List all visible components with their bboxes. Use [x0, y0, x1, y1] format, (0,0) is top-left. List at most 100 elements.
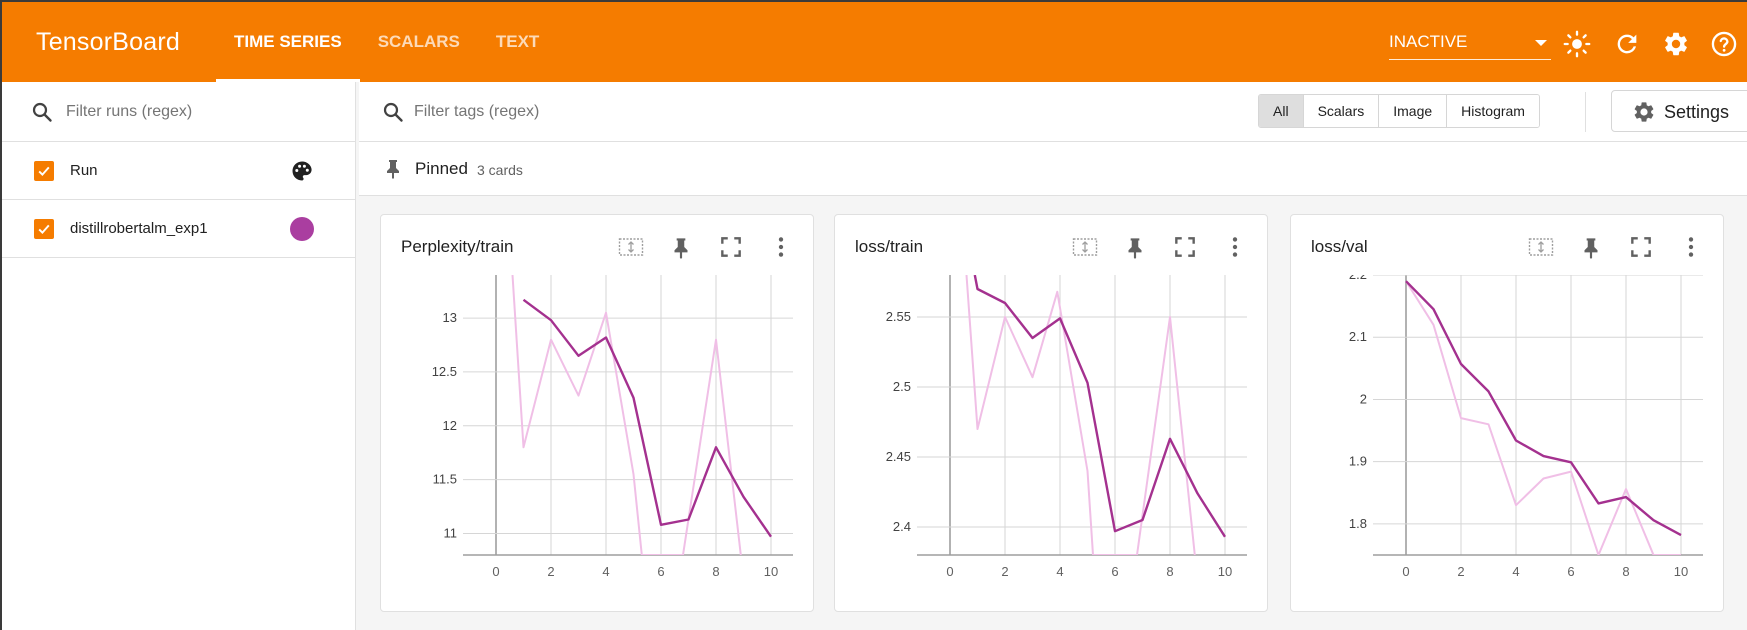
run-color-swatch[interactable] — [290, 217, 314, 241]
filter-scalars-button[interactable]: Scalars — [1302, 95, 1379, 127]
gear-icon — [1634, 102, 1654, 122]
x-tick-label: 6 — [657, 564, 664, 579]
y-tick-label: 2.55 — [886, 309, 911, 324]
help-icon — [1711, 31, 1737, 57]
pin-card-button[interactable] — [1571, 229, 1611, 265]
x-tick-label: 6 — [1567, 564, 1574, 579]
runs-filter-input[interactable]: Filter runs (regex) — [66, 103, 192, 121]
more-vert-icon — [1688, 237, 1694, 257]
x-tick-label: 10 — [1218, 564, 1232, 579]
fullscreen-icon — [721, 237, 741, 257]
pin-icon — [1128, 238, 1142, 259]
x-tick-label: 10 — [764, 564, 778, 579]
tab-text[interactable]: TEXT — [478, 2, 557, 82]
y-tick-label: 2.2 — [1349, 275, 1367, 282]
more-options-button[interactable] — [1215, 229, 1255, 265]
x-tick-label: 8 — [1622, 564, 1629, 579]
fit-domain-button[interactable] — [1521, 229, 1561, 265]
line-chart[interactable]: 0 2 4 6 8 10 2.4 2.45 2.5 2.55 — [835, 275, 1269, 595]
tab-time-series[interactable]: TIME SERIES — [216, 2, 360, 82]
scalar-card-perplexity-train: Perplexity/train 0 2 4 6 8 10 11 11.5 12 12.5 13 — [380, 214, 814, 612]
fit-domain-button[interactable] — [1065, 229, 1105, 265]
card-toolbar — [611, 229, 801, 265]
scalar-card-loss-train: loss/train 0 2 4 6 8 10 2.4 2.45 2.5 2.55 — [834, 214, 1268, 612]
x-tick-label: 4 — [1056, 564, 1063, 579]
card-toolbar — [1065, 229, 1255, 265]
x-tick-label: 0 — [1402, 564, 1409, 579]
reload-status-value: INACTIVE — [1389, 32, 1468, 51]
tab-scalars[interactable]: SCALARS — [360, 2, 478, 82]
y-tick-label: 12.5 — [432, 364, 457, 379]
more-vert-icon — [778, 237, 784, 257]
x-tick-label: 0 — [492, 564, 499, 579]
settings-button[interactable] — [1662, 30, 1690, 58]
y-tick-label: 11.5 — [433, 472, 457, 487]
settings-panel-button[interactable]: Settings — [1611, 90, 1747, 132]
fit-domain-icon — [618, 238, 644, 256]
pin-card-button[interactable] — [661, 229, 701, 265]
smoothed-series-line — [973, 275, 1227, 538]
raw-series-line — [1405, 280, 1681, 555]
select-all-checkbox[interactable] — [34, 161, 54, 181]
tags-toolbar: Filter tags (regex) All Scalars Image Hi… — [359, 82, 1747, 142]
palette-icon[interactable] — [290, 159, 314, 183]
fullscreen-icon — [1175, 237, 1195, 257]
y-tick-label: 2 — [1360, 391, 1367, 406]
sun-icon — [1563, 30, 1591, 58]
more-options-button[interactable] — [1671, 229, 1711, 265]
filter-histogram-button[interactable]: Histogram — [1446, 95, 1539, 127]
run-name: distillrobertalm_exp1 — [70, 220, 208, 237]
pin-icon — [1584, 238, 1598, 259]
smoothed-series-line — [1405, 280, 1682, 537]
runs-column-label: Run — [70, 162, 98, 179]
pinned-section-header: Pinned 3 cards — [359, 142, 1747, 196]
card-title: loss/val — [1311, 237, 1368, 256]
fullscreen-icon — [1631, 237, 1651, 257]
pinned-title: Pinned — [415, 159, 468, 178]
theme-toggle-button[interactable] — [1563, 30, 1591, 58]
fit-domain-button[interactable] — [611, 229, 651, 265]
tags-filter-input[interactable]: Filter tags (regex) — [414, 103, 539, 121]
x-tick-label: 10 — [1674, 564, 1688, 579]
runs-filter[interactable]: Filter runs (regex) — [2, 82, 355, 142]
x-tick-label: 8 — [712, 564, 719, 579]
pin-card-button[interactable] — [1115, 229, 1155, 265]
card-type-filter: All Scalars Image Histogram — [1258, 94, 1540, 128]
dashboard-tabs: TIME SERIES SCALARS TEXT — [216, 2, 557, 82]
run-checkbox[interactable] — [34, 219, 54, 239]
y-tick-label: 13 — [443, 310, 457, 325]
y-tick-label: 12 — [443, 418, 457, 433]
x-tick-label: 4 — [602, 564, 609, 579]
check-icon — [38, 166, 50, 176]
help-button[interactable] — [1710, 30, 1738, 58]
y-tick-label: 2.45 — [886, 449, 911, 464]
more-vert-icon — [1232, 237, 1238, 257]
scalar-card-loss-val: loss/val 0 2 4 6 8 10 1.8 1.9 2 2.1 2.2 — [1290, 214, 1724, 612]
line-chart[interactable]: 0 2 4 6 8 10 11 11.5 12 12.5 13 — [381, 275, 815, 595]
x-tick-label: 6 — [1111, 564, 1118, 579]
x-tick-label: 4 — [1512, 564, 1519, 579]
fit-domain-icon — [1528, 238, 1554, 256]
y-tick-label: 2.1 — [1349, 329, 1367, 344]
reload-status-select[interactable]: INACTIVE — [1389, 28, 1551, 60]
filter-all-button[interactable]: All — [1259, 95, 1303, 127]
fullscreen-button[interactable] — [1621, 229, 1661, 265]
x-tick-label: 2 — [1457, 564, 1464, 579]
line-chart[interactable]: 0 2 4 6 8 10 1.8 1.9 2 2.1 2.2 — [1291, 275, 1725, 595]
search-icon — [383, 102, 403, 122]
search-icon — [32, 102, 52, 122]
toolbar-divider — [1585, 92, 1586, 132]
refresh-icon — [1617, 34, 1637, 54]
pin-icon — [674, 238, 688, 259]
y-tick-label: 1.9 — [1349, 454, 1367, 469]
fullscreen-button[interactable] — [1165, 229, 1205, 265]
pinned-count: 3 cards — [477, 162, 523, 178]
more-options-button[interactable] — [761, 229, 801, 265]
fullscreen-button[interactable] — [711, 229, 751, 265]
fit-domain-icon — [1072, 238, 1098, 256]
reload-button[interactable] — [1613, 30, 1641, 58]
x-tick-label: 0 — [946, 564, 953, 579]
filter-image-button[interactable]: Image — [1378, 95, 1447, 127]
gear-icon — [1665, 32, 1687, 56]
y-tick-label: 2.4 — [893, 519, 911, 534]
